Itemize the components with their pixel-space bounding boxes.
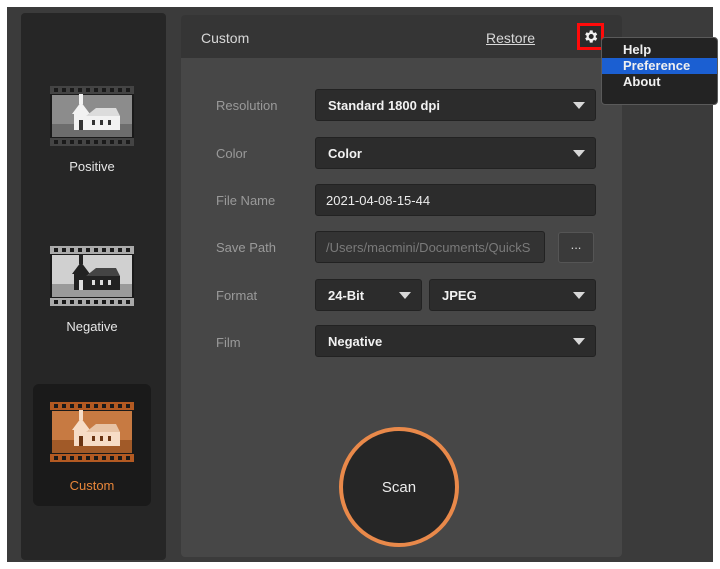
mode-label: Negative bbox=[66, 319, 118, 334]
save-path-label: Save Path bbox=[216, 240, 276, 255]
film-value: Negative bbox=[328, 334, 383, 349]
film-select[interactable]: Negative bbox=[315, 325, 596, 357]
bit-depth-select[interactable]: 24-Bit bbox=[315, 279, 422, 311]
mode-custom[interactable]: Custom bbox=[33, 384, 151, 506]
mode-label: Custom bbox=[69, 478, 115, 493]
bit-depth-value: 24-Bit bbox=[328, 288, 365, 303]
mode-positive[interactable]: Positive bbox=[33, 76, 151, 198]
custom-film-icon bbox=[50, 402, 134, 462]
browse-button[interactable]: ... bbox=[558, 232, 594, 263]
file-name-label: File Name bbox=[216, 193, 276, 208]
file-type-select[interactable]: JPEG bbox=[429, 279, 596, 311]
resolution-select[interactable]: Standard 1800 dpi bbox=[315, 89, 596, 121]
menu-item-preference[interactable]: Preference bbox=[602, 58, 717, 74]
chevron-down-icon bbox=[573, 292, 585, 299]
panel-title: Custom bbox=[201, 30, 250, 46]
chevron-down-icon bbox=[573, 102, 585, 109]
restore-link[interactable]: Restore bbox=[486, 30, 535, 46]
positive-film-icon bbox=[50, 86, 134, 146]
menu-item-about[interactable]: About bbox=[602, 74, 717, 90]
chevron-down-icon bbox=[399, 292, 411, 299]
chevron-down-icon bbox=[573, 338, 585, 345]
menu-item-help[interactable]: Help bbox=[602, 42, 717, 58]
chevron-down-icon bbox=[573, 150, 585, 157]
gear-icon bbox=[585, 30, 598, 43]
scan-button[interactable]: Scan bbox=[339, 427, 459, 547]
scan-label: Scan bbox=[381, 478, 417, 496]
settings-button[interactable] bbox=[577, 23, 604, 50]
format-label: Format bbox=[216, 288, 258, 303]
mode-sidebar: Positive Negative Custom bbox=[21, 13, 166, 560]
film-label: Film bbox=[216, 335, 241, 350]
resolution-value: Standard 1800 dpi bbox=[328, 98, 440, 113]
color-value: Color bbox=[328, 146, 362, 161]
negative-film-icon bbox=[50, 246, 134, 306]
file-type-value: JPEG bbox=[442, 288, 477, 303]
panel-header: Custom Restore bbox=[181, 15, 622, 58]
file-name-input[interactable] bbox=[315, 184, 596, 216]
mode-label: Positive bbox=[69, 159, 115, 174]
mode-negative[interactable]: Negative bbox=[33, 236, 151, 358]
settings-panel: Custom Restore Resolution Standard 1800 … bbox=[181, 15, 622, 557]
color-label: Color bbox=[216, 146, 248, 161]
save-path-input[interactable] bbox=[315, 231, 545, 263]
color-select[interactable]: Color bbox=[315, 137, 596, 169]
resolution-label: Resolution bbox=[216, 98, 278, 113]
settings-menu: Help Preference About bbox=[601, 37, 718, 105]
